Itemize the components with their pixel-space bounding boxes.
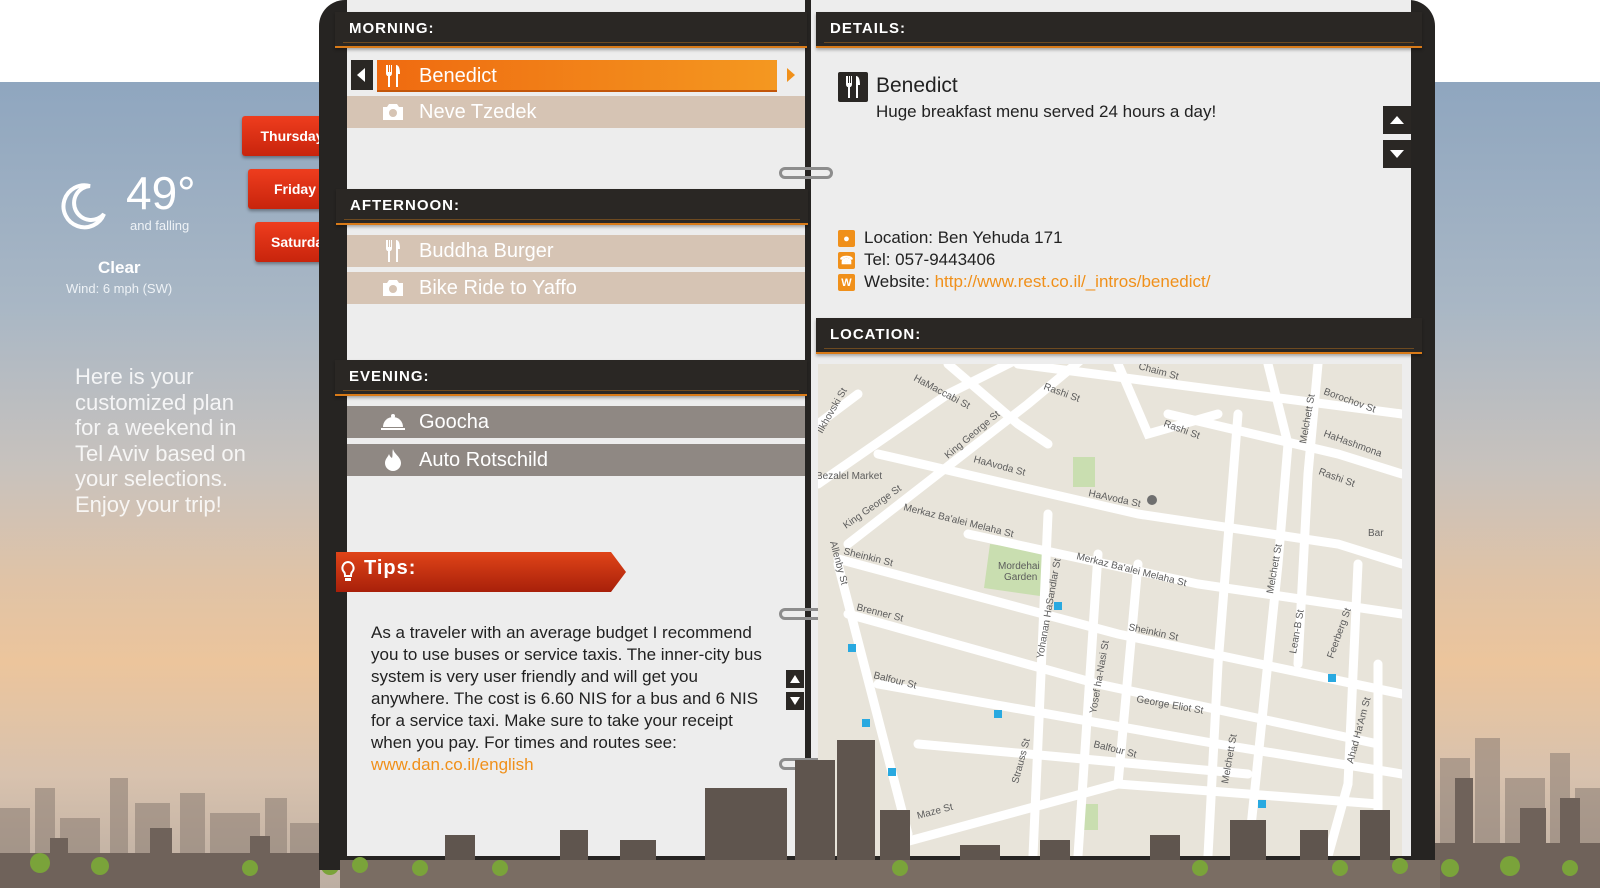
phone-icon: ☎	[838, 252, 855, 269]
intro-text: Here is your customized plan for a weeke…	[75, 364, 246, 517]
details-scroll-up-button[interactable]	[1383, 106, 1411, 134]
evening-item-1[interactable]: Goocha	[347, 406, 805, 438]
map-label: Garden	[1004, 572, 1037, 583]
weather-condition: Clear	[98, 258, 141, 277]
website-icon: W	[838, 274, 855, 291]
cloche-icon	[381, 406, 405, 438]
camera-icon	[381, 272, 405, 304]
evening-header: EVENING:	[335, 360, 807, 396]
binder-ring	[779, 167, 833, 179]
afternoon-header: AFTERNOON:	[336, 189, 808, 225]
morning-item-2[interactable]: Neve Tzedek	[347, 96, 805, 128]
website-link[interactable]: http://www.rest.co.il/_intros/benedict/	[935, 272, 1211, 291]
tips-scroll-up-button[interactable]	[786, 670, 804, 688]
evening-item-label: Auto Rotschild	[419, 449, 548, 471]
details-description: Huge breakfast menu served 24 hours a da…	[876, 102, 1217, 121]
camera-icon	[381, 96, 405, 128]
details-tel: Tel: 057-9443406	[864, 250, 996, 269]
foreground-buildings	[340, 740, 1440, 888]
map-label: Bezalel Market	[818, 471, 882, 482]
triangle-up-icon	[1390, 116, 1404, 124]
lightbulb-icon	[341, 561, 355, 581]
fork-knife-icon	[838, 72, 868, 102]
afternoon-item-label: Buddha Burger	[419, 240, 554, 262]
temperature-trend: and falling	[130, 218, 190, 233]
evening-item-label: Goocha	[419, 411, 490, 433]
triangle-up-icon	[790, 675, 800, 683]
details-website: Website: http://www.rest.co.il/_intros/b…	[864, 272, 1210, 292]
evening-item-2[interactable]: Auto Rotschild	[347, 444, 805, 476]
details-location: Location: Ben Yehuda 171	[864, 228, 1063, 247]
flame-icon	[381, 444, 405, 476]
details-header: DETAILS:	[816, 12, 1422, 48]
triangle-down-icon	[790, 697, 800, 705]
wind-info: Wind: 6 mph (SW)	[66, 281, 173, 296]
morning-item-1[interactable]: Benedict	[347, 60, 805, 92]
tips-title: Tips:	[364, 557, 417, 579]
afternoon-item-1[interactable]: Buddha Burger	[347, 235, 805, 267]
morning-header: MORNING:	[335, 12, 807, 48]
morning-item-label: Benedict	[419, 65, 497, 87]
tips-scroll-down-button[interactable]	[786, 692, 804, 710]
morning-item-label: Neve Tzedek	[419, 101, 537, 123]
map-label: Bar	[1368, 528, 1384, 539]
details-scroll-down-button[interactable]	[1383, 140, 1411, 168]
tips-body: As a traveler with an average budget I r…	[371, 623, 762, 752]
details-title: Benedict	[876, 74, 958, 97]
temperature: 49°	[126, 167, 196, 219]
fork-knife-icon	[381, 60, 405, 92]
moon-icon	[61, 183, 106, 230]
afternoon-item-2[interactable]: Bike Ride to Yaffo	[347, 272, 805, 304]
location-header: LOCATION:	[816, 318, 1422, 354]
afternoon-item-label: Bike Ride to Yaffo	[419, 277, 577, 299]
fork-knife-icon	[381, 235, 405, 267]
website-label: Website:	[864, 272, 935, 291]
map-label: Mordehai	[998, 561, 1040, 572]
location-pin-icon: ●	[838, 230, 855, 247]
triangle-down-icon	[1390, 150, 1404, 158]
